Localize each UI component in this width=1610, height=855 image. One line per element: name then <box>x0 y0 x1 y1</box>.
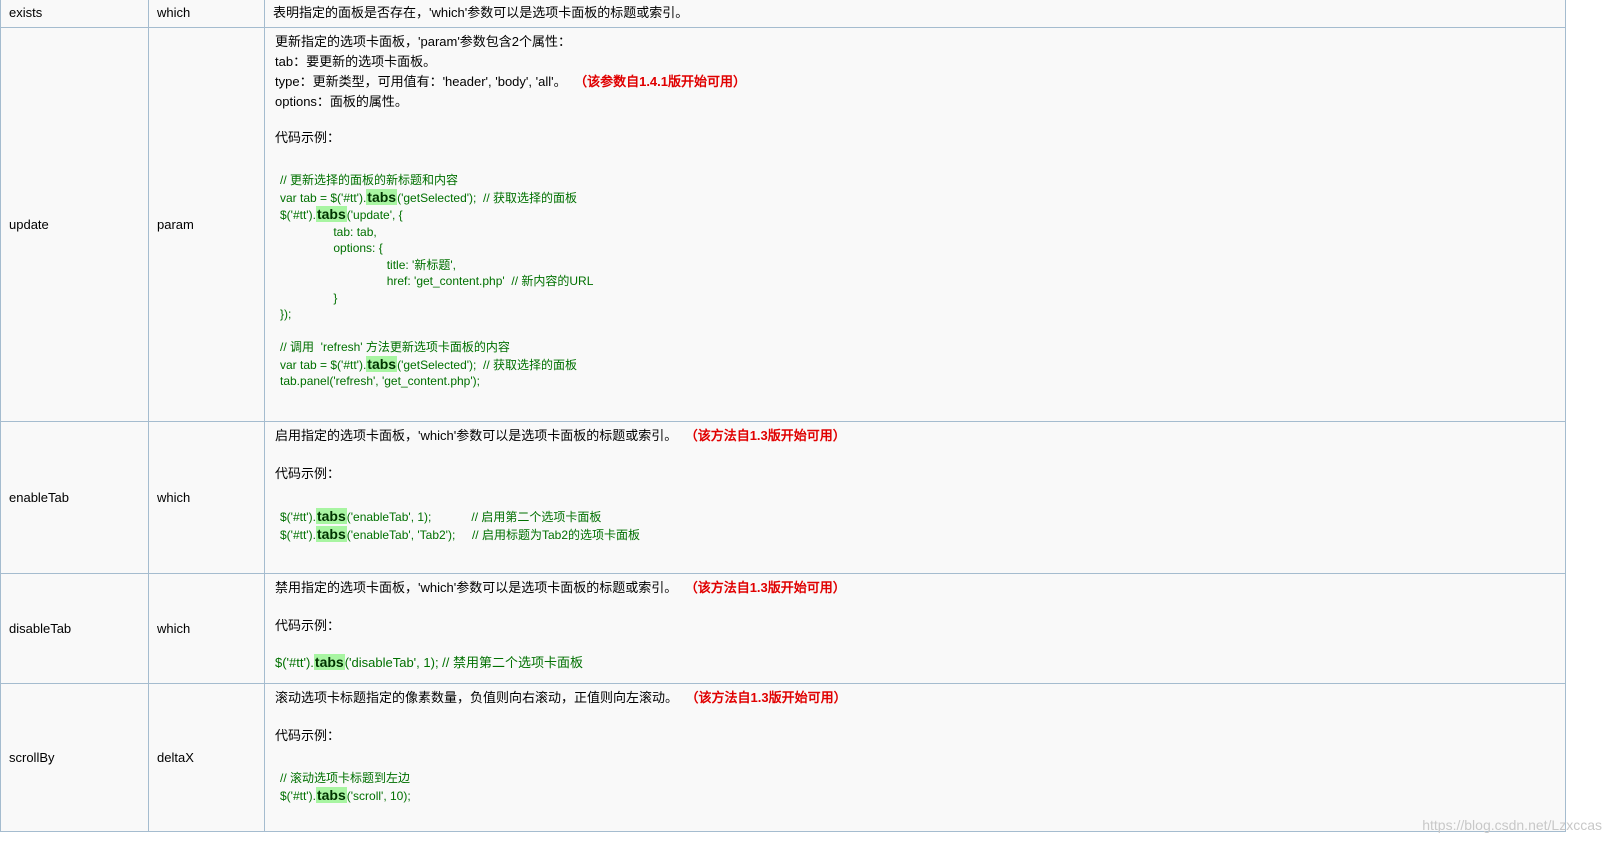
description-text: 表明指定的面板是否存在，'which'参数可以是选项卡面板的标题或索引。 <box>273 5 689 20</box>
method-name: exists <box>0 0 149 28</box>
version-note: （该方法自1.3版开始可用） <box>691 580 846 595</box>
watermark: https://blog.csdn.net/Lzxccas <box>1422 817 1602 833</box>
keyword-highlight: tabs <box>366 188 398 205</box>
example-label: 代码示例： <box>275 466 341 481</box>
table-row-exists: exists which 表明指定的面板是否存在，'which'参数可以是选项卡… <box>0 0 1566 28</box>
keyword-highlight: tabs <box>315 525 347 542</box>
version-note: （该方法自1.3版开始可用） <box>692 690 847 705</box>
method-description: 启用指定的选项卡面板，'which'参数可以是选项卡面板的标题或索引。 （该方法自… <box>264 421 1566 574</box>
code-comment: // 调用 'refresh' 方法更新选项卡面板的内容 <box>280 340 510 354</box>
example-label: 代码示例： <box>275 618 341 633</box>
description-text: 启用指定的选项卡面板，'which'参数可以是选项卡面板的标题或索引。 <box>275 428 678 443</box>
keyword-highlight: tabs <box>315 508 347 524</box>
code-sample: $('#tt').tabs('enableTab', 1); // 启用第二个选… <box>280 508 640 542</box>
method-name: disableTab <box>0 573 149 684</box>
example-label: 代码示例： <box>275 728 341 743</box>
method-param: which <box>148 0 265 28</box>
keyword-highlight: tabs <box>313 654 345 670</box>
keyword-highlight: tabs <box>315 206 347 222</box>
method-description: 更新指定的选项卡面板，'param'参数包含2个属性： tab：要更新的选项卡面… <box>264 27 1566 422</box>
code-comment: // 更新选择的面板的新标题和内容 <box>280 173 459 187</box>
description-text: 滚动选项卡标题指定的像素数量，负值则向右滚动，正值则向左滚动。 <box>275 690 679 705</box>
version-note: （该方法自1.3版开始可用） <box>691 428 846 443</box>
keyword-highlight: tabs <box>366 355 398 372</box>
keyword-highlight: tabs <box>315 786 347 803</box>
table-row-enabletab: enableTab which 启用指定的选项卡面板，'which'参数可以是选… <box>0 421 1566 574</box>
method-param: which <box>148 573 265 684</box>
method-param: deltaX <box>148 683 265 832</box>
method-name: enableTab <box>0 421 149 574</box>
description-text: type：更新类型，可用值有：'header', 'body', 'all'。 <box>275 74 567 89</box>
table-row-scrollby: scrollBy deltaX 滚动选项卡标题指定的像素数量，负值则向右滚动，正… <box>0 683 1566 832</box>
code-comment: // 滚动选项卡标题到左边 <box>280 771 411 785</box>
method-name: update <box>0 27 149 422</box>
api-methods-table: exists which 表明指定的面板是否存在，'which'参数可以是选项卡… <box>0 0 1566 832</box>
table-row-update: update param 更新指定的选项卡面板，'param'参数包含2个属性：… <box>0 27 1566 422</box>
code-sample: // 滚动选项卡标题到左边 $('#tt').tabs('scroll', 10… <box>280 771 411 803</box>
method-description: 表明指定的面板是否存在，'which'参数可以是选项卡面板的标题或索引。 <box>264 0 1566 28</box>
method-param: param <box>148 27 265 422</box>
description-text: tab：要更新的选项卡面板。 <box>275 54 437 69</box>
description-text: 更新指定的选项卡面板，'param'参数包含2个属性： <box>275 34 572 49</box>
version-note: （该参数自1.4.1版开始可用） <box>580 74 747 89</box>
table-row-disabletab: disableTab which 禁用指定的选项卡面板，'which'参数可以是… <box>0 573 1566 684</box>
example-label: 代码示例： <box>275 130 341 145</box>
code-sample: // 更新选择的面板的新标题和内容 var tab = $('#tt').tab… <box>280 173 594 388</box>
description-text: options：面板的属性。 <box>275 94 408 109</box>
method-description: 禁用指定的选项卡面板，'which'参数可以是选项卡面板的标题或索引。 （该方法自… <box>264 573 1566 684</box>
method-description: 滚动选项卡标题指定的像素数量，负值则向右滚动，正值则向左滚动。 （该方法自1.3版… <box>264 683 1566 832</box>
description-text: 禁用指定的选项卡面板，'which'参数可以是选项卡面板的标题或索引。 <box>275 580 678 595</box>
method-name: scrollBy <box>0 683 149 832</box>
code-sample: $('#tt').tabs('disableTab', 1); // 禁用第二个… <box>275 654 584 670</box>
method-param: which <box>148 421 265 574</box>
